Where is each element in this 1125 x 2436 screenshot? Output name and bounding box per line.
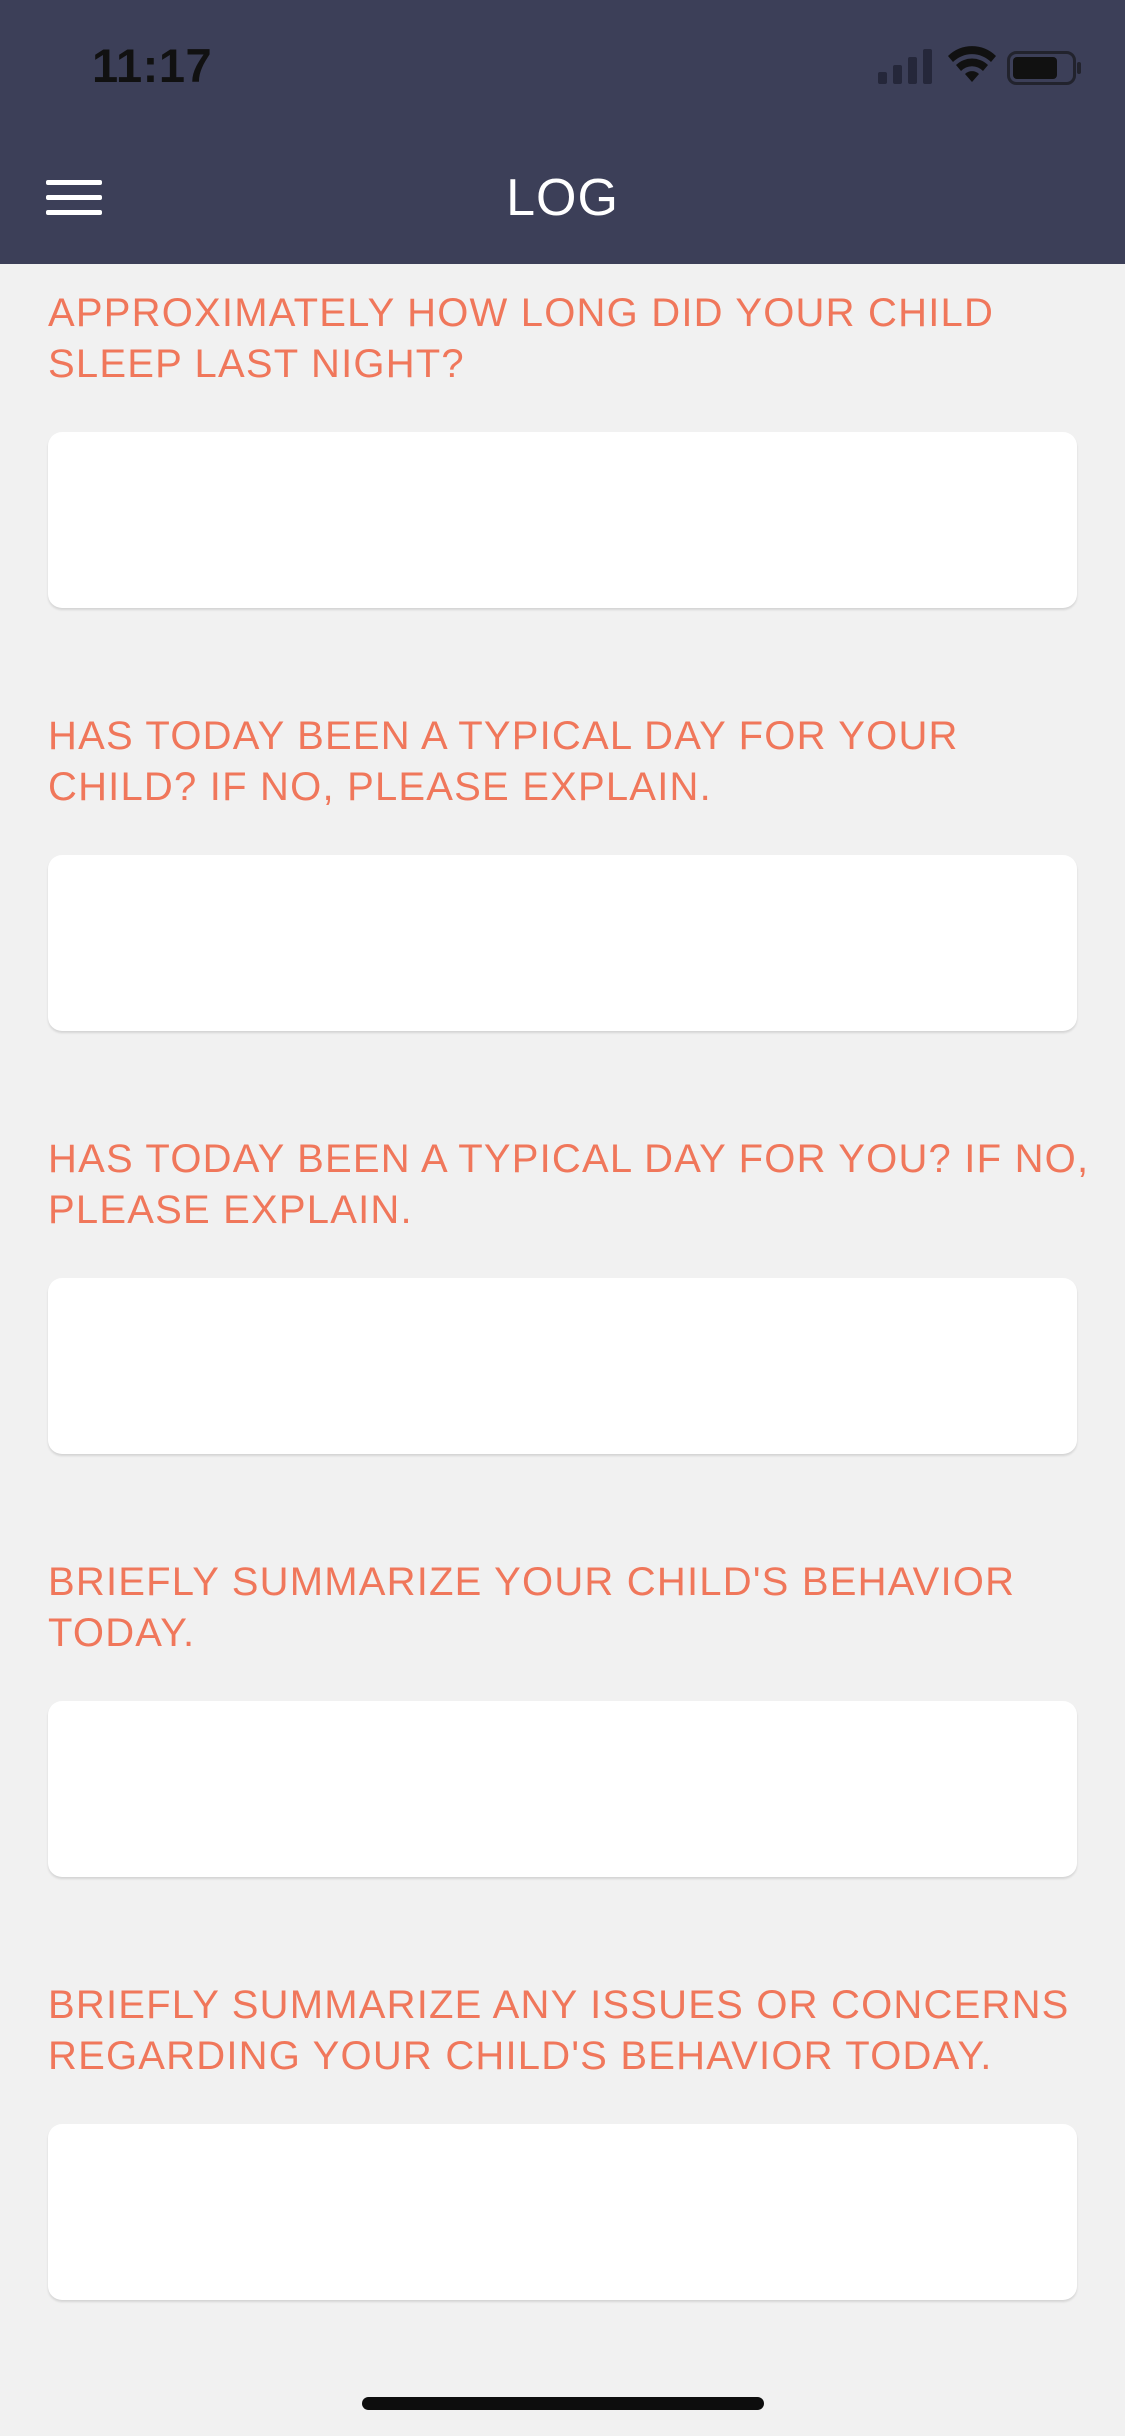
question-sleep: APPROXIMATELY HOW LONG DID YOUR CHILD SL…: [48, 288, 1108, 608]
question-concerns: BRIEFLY SUMMARIZE ANY ISSUES OR CONCERNS…: [48, 1980, 1108, 2300]
app-header: 11:17 LOG: [0, 0, 1125, 264]
question-label: HAS TODAY BEEN A TYPICAL DAY FOR YOU? IF…: [48, 1137, 1090, 1232]
question-behavior-summary: BRIEFLY SUMMARIZE YOUR CHILD'S BEHAVIOR …: [48, 1557, 1108, 1877]
behavior-summary-answer-field[interactable]: [48, 1701, 1077, 1877]
question-label: BRIEFLY SUMMARIZE ANY ISSUES OR CONCERNS…: [48, 1983, 1070, 2078]
cellular-signal-icon: [878, 49, 932, 84]
page-title: LOG: [506, 169, 619, 227]
wifi-icon: [948, 46, 996, 82]
question-parent-typical-day: HAS TODAY BEEN A TYPICAL DAY FOR YOU? IF…: [48, 1134, 1108, 1454]
parent-typical-day-answer-field[interactable]: [48, 1278, 1077, 1454]
home-indicator[interactable]: [362, 2397, 764, 2410]
status-bar: 11:17: [0, 0, 1125, 132]
question-label: BRIEFLY SUMMARIZE YOUR CHILD'S BEHAVIOR …: [48, 1560, 1016, 1655]
status-time: 11:17: [92, 39, 213, 92]
question-label: APPROXIMATELY HOW LONG DID YOUR CHILD SL…: [48, 291, 995, 386]
battery-icon: [1007, 51, 1081, 85]
sleep-answer-field[interactable]: [48, 432, 1077, 608]
child-typical-day-answer-field[interactable]: [48, 855, 1077, 1031]
concerns-answer-field[interactable]: [48, 2124, 1077, 2300]
question-label: HAS TODAY BEEN A TYPICAL DAY FOR YOUR CH…: [48, 714, 959, 809]
nav-bar: LOG: [0, 132, 1125, 264]
question-child-typical-day: HAS TODAY BEEN A TYPICAL DAY FOR YOUR CH…: [48, 711, 1108, 1031]
